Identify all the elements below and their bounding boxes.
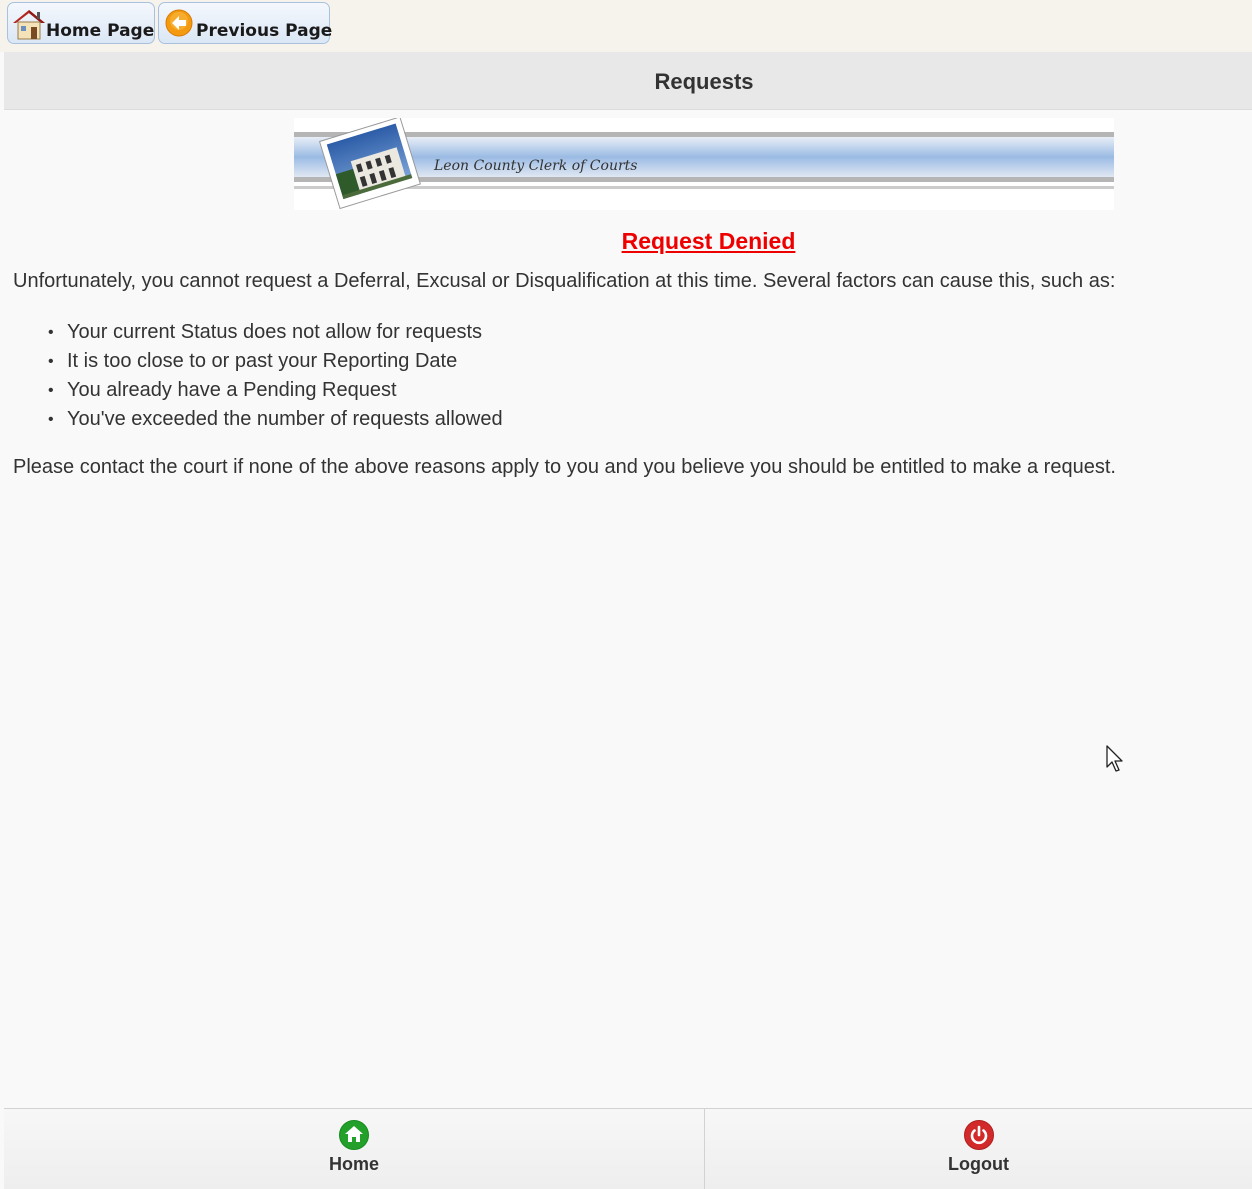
home-page-label: Home Page — [46, 21, 155, 41]
house-icon — [13, 10, 45, 40]
banner-text: Leon County Clerk of Courts — [433, 158, 637, 174]
list-item: It is too close to or past your Reportin… — [48, 347, 503, 376]
list-item: You already have a Pending Request — [48, 376, 503, 405]
previous-page-label: Previous Page — [196, 21, 333, 41]
footer-home-label: Home — [328, 1154, 379, 1174]
home-circle-icon — [339, 1120, 369, 1150]
previous-page-button[interactable]: Previous Page — [158, 2, 333, 44]
request-denied-heading: Request Denied — [621, 228, 796, 254]
clerk-banner: Leon County Clerk of Courts — [294, 118, 1114, 210]
footer-home-button[interactable]: Home — [4, 1109, 705, 1189]
list-item: You've exceeded the number of requests a… — [48, 405, 503, 434]
back-arrow-icon — [165, 9, 193, 37]
power-icon — [963, 1120, 994, 1150]
list-item: Your current Status does not allow for r… — [48, 318, 503, 347]
home-page-button[interactable]: Home Page — [7, 2, 155, 44]
footer-logout-button[interactable]: Logout — [705, 1109, 1252, 1189]
page-header: Requests — [4, 52, 1252, 110]
page-title: Requests — [654, 69, 754, 94]
footer-nav: Home Logout — [4, 1108, 1252, 1189]
mouse-cursor-icon — [1106, 745, 1123, 772]
contact-text: Please contact the court if none of the … — [13, 456, 1116, 478]
intro-text: Unfortunately, you cannot request a Defe… — [13, 270, 1116, 292]
footer-logout-label: Logout — [948, 1154, 1009, 1174]
top-toolbar: Home Page Previous Page — [0, 0, 1252, 52]
reasons-list: Your current Status does not allow for r… — [48, 318, 503, 434]
